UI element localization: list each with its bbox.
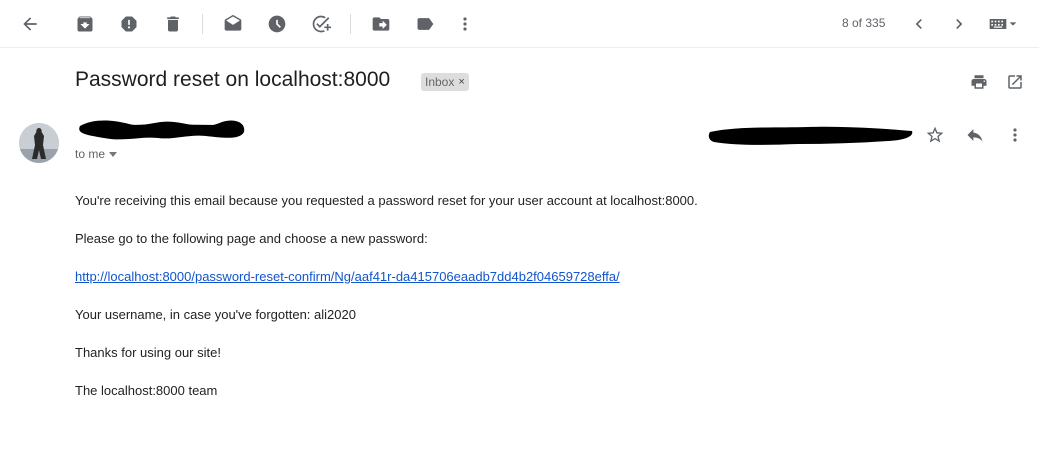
add-to-tasks-icon[interactable] xyxy=(309,12,333,36)
input-tools-keyboard-icon[interactable] xyxy=(985,12,1021,36)
newer-chevron-left-icon[interactable] xyxy=(907,12,931,36)
sender-avatar[interactable] xyxy=(19,123,59,163)
sender-name-redacted xyxy=(79,120,245,140)
delete-icon[interactable] xyxy=(161,12,185,36)
snooze-icon[interactable] xyxy=(265,12,289,36)
message-more-vert-icon[interactable] xyxy=(1003,123,1027,147)
body-line-signoff: The localhost:8000 team xyxy=(75,383,218,398)
body-line-instruction: Please go to the following page and choo… xyxy=(75,231,428,246)
password-reset-link[interactable]: http://localhost:8000/password-reset-con… xyxy=(75,269,620,284)
date-redacted xyxy=(708,126,913,145)
archive-icon[interactable] xyxy=(73,12,97,36)
body-line-thanks: Thanks for using our site! xyxy=(75,345,221,360)
inbox-label-text: Inbox xyxy=(425,75,455,89)
inbox-label-chip[interactable]: Inbox × xyxy=(421,73,469,91)
label-icon[interactable] xyxy=(413,12,437,36)
back-arrow-icon[interactable] xyxy=(18,12,42,36)
mark-unread-icon[interactable] xyxy=(221,12,245,36)
body-line-intro: You're receiving this email because you … xyxy=(75,193,698,208)
report-spam-icon[interactable] xyxy=(117,12,141,36)
pager-count: 8 of 335 xyxy=(842,16,886,30)
recipient-text: to me xyxy=(75,147,106,161)
star-icon[interactable] xyxy=(923,123,947,147)
recipient-details-toggle[interactable]: to me xyxy=(75,147,118,161)
open-new-window-icon[interactable] xyxy=(1004,71,1026,93)
older-chevron-right-icon[interactable] xyxy=(947,12,971,36)
email-body: You're receiving this email because you … xyxy=(75,193,975,421)
email-subject: Password reset on localhost:8000 xyxy=(75,68,391,91)
reply-icon[interactable] xyxy=(963,123,987,147)
move-to-icon[interactable] xyxy=(369,12,393,36)
remove-label-icon[interactable]: × xyxy=(458,76,464,88)
more-vert-icon[interactable] xyxy=(453,12,477,36)
toolbar: 8 of 335 xyxy=(0,0,1039,48)
print-icon[interactable] xyxy=(968,71,990,93)
body-line-username: Your username, in case you've forgotten:… xyxy=(75,307,356,322)
chevron-down-icon xyxy=(109,152,118,158)
